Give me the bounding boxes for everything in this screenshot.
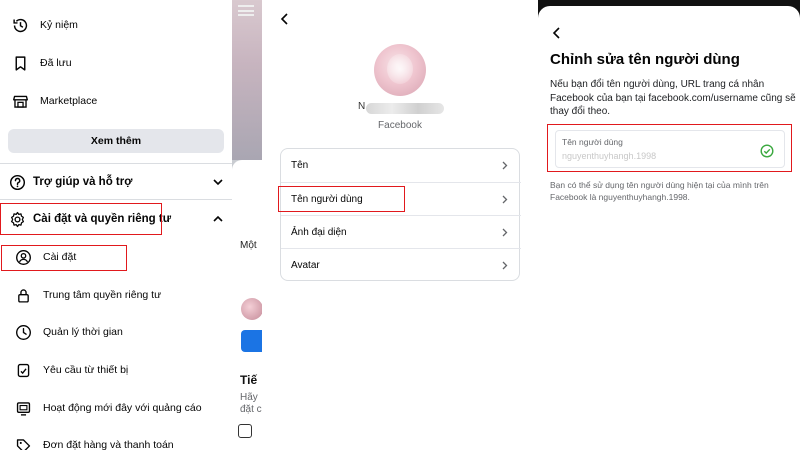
settings-menu-panel: Kỷ niệm Đã lưu Marketplace Xem thêm Trợ … bbox=[0, 0, 262, 450]
menu-item-marketplace[interactable]: Marketplace bbox=[0, 86, 232, 116]
help-circle-icon bbox=[8, 173, 26, 191]
option-row-name[interactable]: Tên bbox=[281, 149, 521, 182]
profile-avatar bbox=[374, 44, 426, 96]
edit-username-panel: Chỉnh sửa tên người dùng Nếu bạn đổi tên… bbox=[538, 0, 800, 450]
peek-text: Hãy bbox=[240, 392, 258, 403]
blue-button bbox=[241, 330, 262, 352]
profile-options-list: Tên Tên người dùng Ảnh đại diện Avatar bbox=[280, 148, 521, 281]
menu-item-device-requests[interactable]: Yêu cầu từ thiết bị bbox=[0, 355, 232, 385]
cover-photo bbox=[232, 0, 262, 160]
menu-item-time-management[interactable]: Quản lý thời gian bbox=[0, 317, 232, 347]
chevron-right-icon bbox=[502, 195, 508, 204]
see-more-button[interactable]: Xem thêm bbox=[8, 129, 224, 153]
back-arrow-icon[interactable] bbox=[550, 26, 564, 40]
highlight-box-settings-section bbox=[0, 203, 162, 235]
bookmark-icon bbox=[11, 54, 29, 72]
peek-text: đặt c bbox=[240, 404, 262, 415]
chevron-up-icon bbox=[213, 215, 223, 222]
menu-item-label: Hoạt động mới đây với quảng cáo bbox=[43, 402, 202, 414]
divider bbox=[0, 163, 232, 164]
tag-icon bbox=[14, 436, 32, 450]
option-row-profile-picture[interactable]: Ảnh đại diện bbox=[281, 215, 521, 248]
highlight-box-username-row bbox=[278, 186, 405, 212]
lock-icon bbox=[14, 286, 32, 304]
ad-activity-icon bbox=[14, 399, 32, 417]
menu-item-label: Quản lý thời gian bbox=[43, 326, 123, 338]
menu-item-label: Đơn đặt hàng và thanh toán bbox=[43, 439, 174, 450]
peek-heading: Tiế bbox=[240, 373, 258, 387]
clock-icon bbox=[14, 323, 32, 341]
storefront-icon bbox=[11, 92, 29, 110]
menu-item-orders-payments[interactable]: Đơn đặt hàng và thanh toán bbox=[0, 430, 232, 450]
option-label: Ảnh đại diện bbox=[291, 226, 347, 238]
device-request-icon bbox=[14, 361, 32, 379]
platform-label: Facebook bbox=[378, 120, 422, 131]
page-title: Chỉnh sửa tên người dùng bbox=[550, 51, 740, 68]
highlight-box-settings-item bbox=[1, 245, 127, 271]
menu-list: Kỷ niệm Đã lưu Marketplace Xem thêm Trợ … bbox=[0, 0, 232, 450]
profile-name-initial: N bbox=[358, 101, 366, 112]
profile-panel: N Facebook Tên Tên người dùng Ảnh đại di… bbox=[262, 0, 538, 450]
highlight-box-username-field bbox=[547, 124, 792, 172]
chevron-down-icon bbox=[213, 179, 223, 186]
option-row-avatar[interactable]: Avatar bbox=[281, 248, 521, 281]
description-text: Nếu bạn đổi tên người dùng, URL trang cá… bbox=[550, 79, 796, 117]
menu-item-ad-activity[interactable]: Hoạt động mới đây với quảng cáo bbox=[0, 393, 232, 423]
menu-item-memories[interactable]: Kỷ niệm bbox=[0, 10, 232, 40]
profile-name-blurred bbox=[366, 103, 444, 114]
feed-card: Một Tiế Hãy đặt c bbox=[232, 160, 262, 450]
option-label: Avatar bbox=[291, 259, 320, 271]
background-feed-peek: Một Tiế Hãy đặt c bbox=[232, 0, 262, 450]
peek-text: Một bbox=[240, 240, 257, 251]
chevron-right-icon bbox=[502, 161, 508, 170]
menu-item-label: Trung tâm quyền riêng tư bbox=[43, 289, 162, 301]
menu-item-saved[interactable]: Đã lưu bbox=[0, 48, 232, 78]
avatar bbox=[241, 298, 262, 320]
help-support-section[interactable]: Trợ giúp và hỗ trợ bbox=[0, 165, 232, 199]
menu-item-privacy-center[interactable]: Trung tâm quyền riêng tư bbox=[0, 280, 232, 310]
edit-username-sheet bbox=[538, 6, 800, 450]
helper-text: Bạn có thể sử dụng tên người dùng hiện t… bbox=[550, 180, 769, 202]
chevron-right-icon bbox=[502, 261, 508, 270]
menu-item-label: Kỷ niệm bbox=[40, 19, 78, 31]
back-arrow-icon[interactable] bbox=[278, 12, 292, 26]
menu-item-label: Đã lưu bbox=[40, 57, 72, 69]
section-label: Trợ giúp và hỗ trợ bbox=[33, 176, 133, 188]
divider bbox=[0, 199, 232, 200]
hamburger-menu-icon bbox=[238, 5, 254, 16]
clock-history-icon bbox=[11, 16, 29, 34]
menu-item-label: Marketplace bbox=[40, 95, 98, 107]
menu-item-label: Yêu cầu từ thiết bị bbox=[43, 364, 129, 376]
edit-icon bbox=[238, 424, 252, 438]
chevron-right-icon bbox=[502, 228, 508, 237]
option-label: Tên bbox=[291, 160, 309, 171]
